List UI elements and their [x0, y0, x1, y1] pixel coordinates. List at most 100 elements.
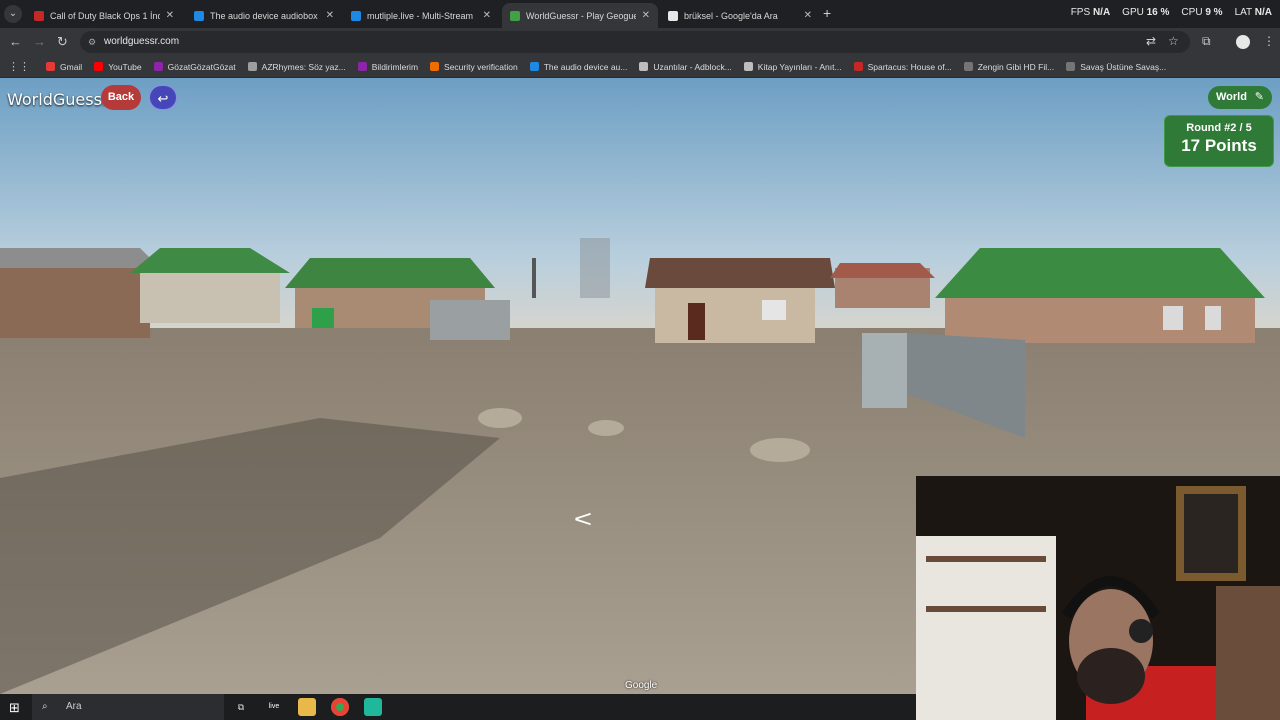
bookmark-label: Spartacus: House of...	[867, 61, 952, 72]
bookmark-label: AZRhymes: Söz yaz...	[261, 61, 346, 72]
browser-tab[interactable]: The audio device audiobox cou ✕	[186, 3, 342, 28]
bookmark-item[interactable]: Uzantılar - Adblock...	[639, 61, 732, 72]
points-display: 17 Points	[1181, 136, 1257, 155]
translate-icon[interactable]: ⇄	[1146, 34, 1156, 48]
extensions-icon[interactable]: ⧉	[1202, 34, 1211, 49]
google-watermark: Google	[625, 680, 658, 691]
tab-title: WorldGuessr - Play Geoguessr	[526, 10, 636, 21]
fps-label: FPS	[1070, 7, 1091, 18]
lat-value: N/A	[1254, 7, 1272, 18]
bookmark-item[interactable]: YouTube	[94, 61, 142, 72]
bookmark-label: Kitap Yayınları - Anıt...	[757, 61, 842, 72]
worldguessr-logo: WorldGuessr	[7, 90, 109, 109]
apps-grid-icon[interactable]: ⋮⋮	[8, 60, 30, 73]
close-tab-icon[interactable]: ✕	[166, 10, 174, 21]
more-menu-icon[interactable]: ⋮	[1263, 34, 1275, 48]
browser-tab[interactable]: brüksel - Google'da Ara ✕	[660, 3, 820, 28]
address-bar[interactable]: ⚙ worldguessr.com	[80, 31, 1190, 53]
undo-icon: ↩	[157, 91, 169, 106]
forward-arrow-icon[interactable]: →	[33, 34, 46, 49]
bookmark-item[interactable]: Spartacus: House of...	[853, 61, 952, 72]
new-tab-button[interactable]: +	[823, 5, 831, 21]
bookmark-star-icon[interactable]: ☆	[1168, 34, 1179, 48]
reload-icon[interactable]: ↻	[57, 34, 68, 50]
bookmark-favicon-icon	[639, 62, 649, 71]
tab-strip: ⌄ Call of Duty Black Ops 1 İndir -✕The a…	[0, 0, 1280, 28]
map-name-label: World	[1216, 91, 1247, 103]
bookmark-item[interactable]: GözatGözatGözat	[153, 61, 236, 72]
round-info-panel: Round #2 / 5 17 Points	[1164, 115, 1274, 167]
bookmark-item[interactable]: AZRhymes: Söz yaz...	[247, 61, 346, 72]
bookmark-favicon-icon	[743, 62, 753, 71]
bookmark-label: Zengin Gibi HD Fil...	[977, 61, 1055, 72]
close-tab-icon[interactable]: ✕	[642, 10, 650, 21]
app-icon[interactable]	[364, 698, 382, 716]
bookmark-label: YouTube	[108, 61, 142, 72]
move-arrow-icon[interactable]: <	[574, 506, 592, 534]
bookmark-label: Savaş Üstüne Savaş...	[1080, 61, 1167, 72]
gpu-value: 16 %	[1146, 7, 1170, 18]
tab-favicon-icon	[34, 10, 44, 21]
bookmark-item[interactable]: Kitap Yayınları - Anıt...	[743, 61, 842, 72]
map-select-button[interactable]: World ✎	[1208, 86, 1272, 109]
browser-tab[interactable]: WorldGuessr - Play Geoguessr ✕	[502, 3, 658, 28]
bookmark-item[interactable]: The audio device au...	[529, 61, 628, 72]
bookmark-label: The audio device au...	[543, 61, 628, 72]
browser-toolbar: ← → ↻ ⚙ worldguessr.com ⇄ ☆ ⧉ ⋮	[0, 28, 1280, 56]
bookmark-favicon-icon	[963, 62, 973, 71]
cpu-value: 9 %	[1205, 7, 1223, 18]
bookmark-label: Bildirimlerim	[371, 61, 419, 72]
webcam-image	[916, 476, 1280, 720]
taskbar-search-box[interactable]: ⌕ Ara	[32, 694, 224, 720]
gpu-label: GPU	[1122, 7, 1144, 18]
bookmark-label: Security verification	[444, 61, 518, 72]
tab-favicon-icon	[194, 10, 204, 21]
tab-favicon-icon	[510, 10, 520, 21]
live-app-icon[interactable]: live	[265, 698, 283, 716]
url-text: worldguessr.com	[104, 36, 180, 47]
close-tab-icon[interactable]: ✕	[483, 10, 491, 21]
tab-favicon-icon	[668, 10, 678, 21]
browser-tab[interactable]: mutliple.live - Multi-Stream ✕	[343, 3, 499, 28]
tab-title: mutliple.live - Multi-Stream	[367, 10, 474, 21]
site-info-icon[interactable]: ⚙	[88, 31, 96, 53]
bookmark-favicon-icon	[357, 62, 367, 71]
bookmark-item[interactable]: Savaş Üstüne Savaş...	[1066, 62, 1166, 72]
bookmark-item[interactable]: Bildirimlerim	[357, 61, 419, 72]
windows-taskbar: ⊞ ⌕ Ara ⧉ live	[0, 694, 916, 720]
pencil-icon: ✎	[1254, 91, 1264, 103]
close-tab-icon[interactable]: ✕	[326, 10, 334, 21]
bookmark-item[interactable]: Gmail	[46, 62, 82, 72]
bookmark-label: Uzantılar - Adblock...	[653, 61, 732, 72]
bookmarks-bar: ⋮⋮ Gmail YouTube GözatGözatGözat AZRhymes: …	[0, 56, 1280, 78]
search-icon: ⌕	[42, 701, 48, 712]
bookmark-item[interactable]: Security verification	[430, 62, 518, 72]
bookmark-favicon-icon	[430, 62, 440, 71]
bookmark-label: Gmail	[60, 61, 83, 72]
bookmark-favicon-icon	[1066, 62, 1076, 71]
windows-start-icon[interactable]: ⊞	[9, 700, 20, 716]
lat-label: LAT	[1234, 7, 1252, 18]
bookmark-favicon-icon	[153, 62, 163, 71]
back-button[interactable]: Back	[101, 85, 141, 110]
browser-tab[interactable]: Call of Duty Black Ops 1 İndir - ✕	[26, 3, 182, 28]
bookmark-favicon-icon	[247, 62, 257, 71]
tab-title: brüksel - Google'da Ara	[684, 10, 778, 21]
bookmark-item[interactable]: Zengin Gibi HD Fil...	[963, 61, 1055, 72]
close-tab-icon[interactable]: ✕	[804, 10, 812, 21]
round-counter: Round #2 / 5	[1186, 122, 1252, 134]
cpu-label: CPU	[1181, 7, 1203, 18]
tab-search-dropdown[interactable]: ⌄	[4, 5, 22, 23]
back-arrow-icon[interactable]: ←	[9, 34, 22, 49]
search-placeholder: Ara	[66, 701, 82, 712]
profile-avatar[interactable]	[1236, 35, 1250, 49]
file-explorer-icon[interactable]	[298, 698, 316, 716]
bookmark-favicon-icon	[529, 62, 539, 71]
bookmark-favicon-icon	[853, 62, 863, 71]
task-view-icon[interactable]: ⧉	[232, 698, 250, 716]
return-to-start-button[interactable]: ↩	[149, 85, 177, 110]
chrome-icon[interactable]	[331, 698, 349, 716]
tab-favicon-icon	[351, 10, 361, 21]
bookmark-label: GözatGözatGözat	[167, 61, 236, 72]
perf-overlay: FPS N/A GPU 16 % CPU 9 % LAT N/A	[1071, 7, 1272, 18]
